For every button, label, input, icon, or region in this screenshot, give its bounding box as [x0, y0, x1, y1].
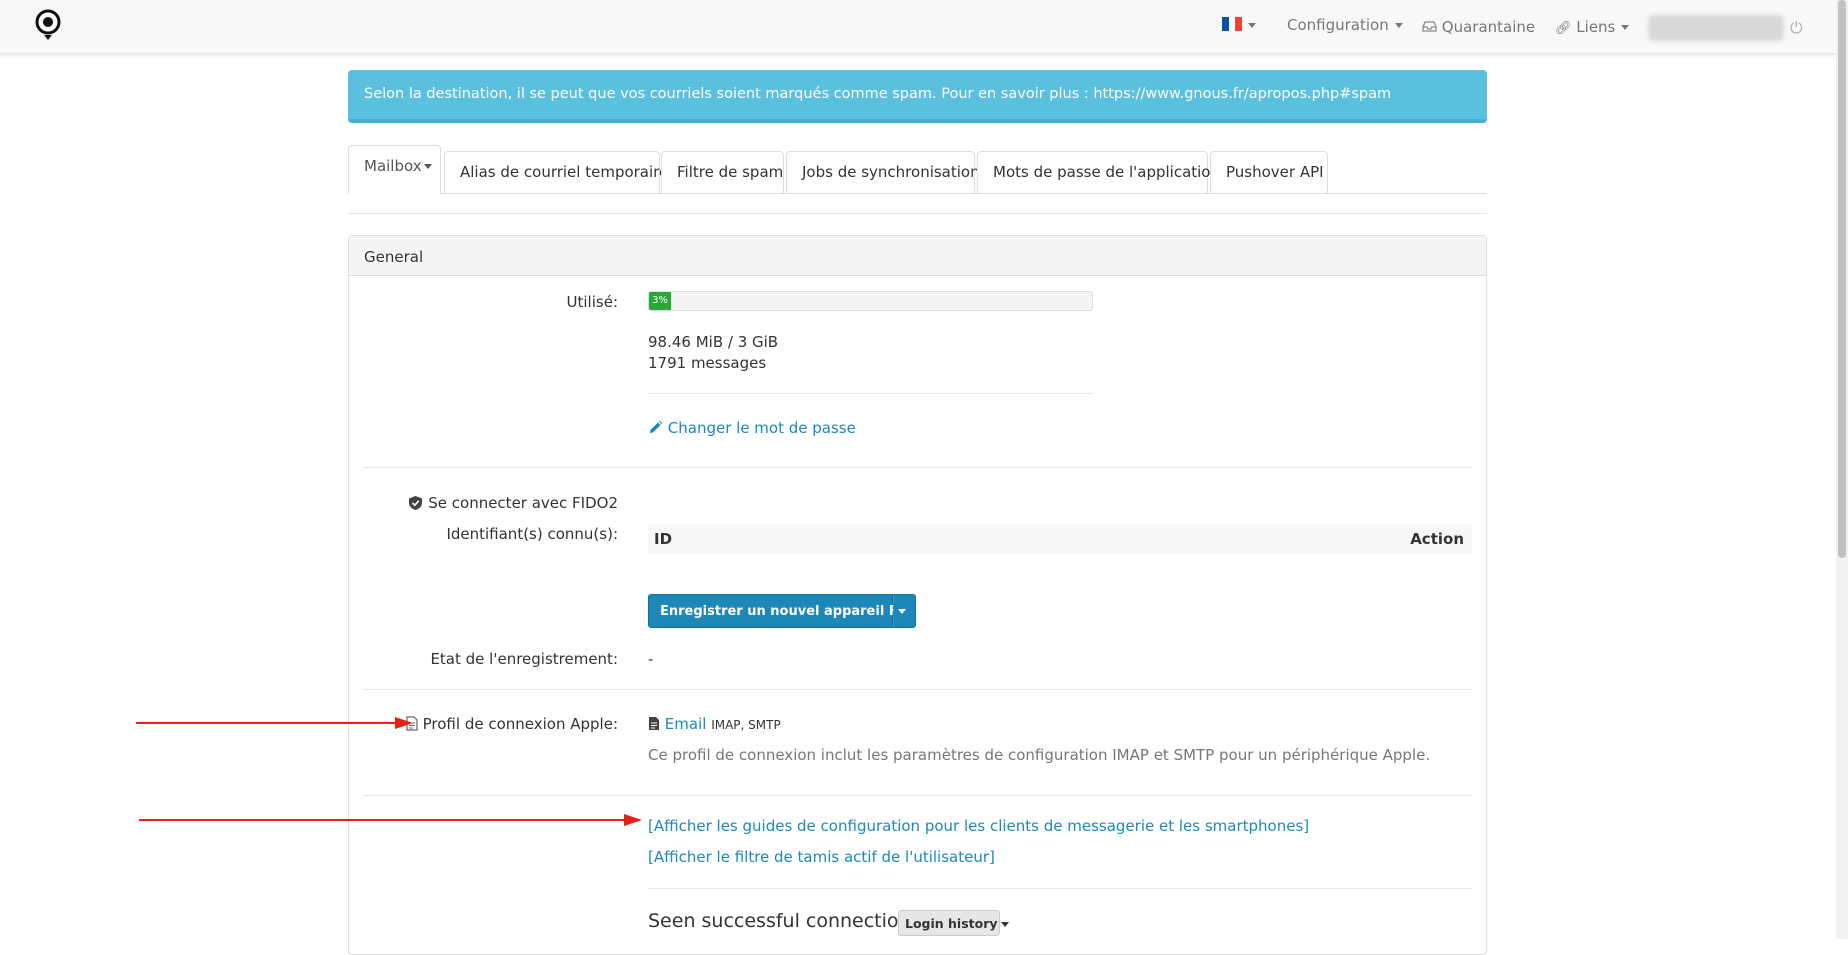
scrollbar-thumb[interactable]: [1838, 0, 1846, 558]
register-state-value: -: [648, 650, 654, 668]
general-panel: General: [348, 235, 1487, 955]
register-fido2-button[interactable]: Enregistrer un nouvel appareil FIDO2: [648, 594, 933, 628]
shield-check-icon: [409, 496, 423, 510]
divider: [348, 213, 1487, 214]
apple-profile-email-link[interactable]: Email: [665, 715, 707, 733]
chevron-down-icon: [1394, 23, 1403, 28]
apple-profile-protocols: IMAP, SMTP: [711, 718, 781, 732]
configuration-menu[interactable]: Configuration: [1287, 16, 1403, 34]
annotation-arrow-line: [139, 819, 625, 821]
connections-title: Seen successful connections: [648, 910, 921, 932]
quota-progress-bar: 3%: [649, 292, 671, 310]
quarantine-label: Quarantaine: [1441, 18, 1536, 36]
register-fido2-dropdown-toggle[interactable]: [893, 594, 916, 628]
tab-mailbox[interactable]: Mailbox: [348, 145, 441, 194]
login-history-button[interactable]: Login history: [898, 910, 1009, 936]
logout-power-icon[interactable]: ⏻: [1790, 18, 1803, 38]
quarantine-link[interactable]: Quarantaine: [1422, 18, 1535, 36]
apple-profile-download[interactable]: Email IMAP, SMTP: [648, 715, 781, 733]
links-menu[interactable]: 🔗︎ Liens: [1555, 18, 1630, 36]
change-password-link[interactable]: Changer le mot de passe: [648, 419, 856, 437]
storage-usage: 98.46 MiB / 3 GiB: [648, 333, 779, 351]
annotation-arrow-line: [136, 722, 396, 724]
account-tabs: Mailbox Alias de courriel temporaire Fil…: [348, 145, 1487, 194]
divider: [363, 795, 1472, 796]
tab-pushover-api[interactable]: Pushover API: [1210, 151, 1328, 193]
fido2-title-text: Se connecter avec FIDO2: [428, 494, 618, 512]
apple-profile-label-text: Profil de connexion Apple:: [422, 715, 618, 733]
tab-spam-filter[interactable]: Filtre de spam: [661, 151, 784, 193]
tab-mailbox-label: Mailbox: [364, 157, 422, 175]
change-password-label: Changer le mot de passe: [667, 419, 856, 437]
message-count: 1791 messages: [648, 354, 767, 372]
top-navbar: Configuration Quarantaine 🔗︎ Liens ⏻: [0, 0, 1836, 54]
chevron-down-icon: [1248, 23, 1256, 28]
quota-progress: 3%: [648, 291, 1093, 311]
divider: [363, 467, 1472, 468]
column-header-id: ID: [654, 530, 673, 548]
chevron-down-icon: [1000, 922, 1009, 927]
register-state-label: Etat de l'enregistrement:: [430, 650, 618, 668]
inbox-icon: [1422, 21, 1437, 32]
language-dropdown[interactable]: [1222, 16, 1256, 34]
configuration-label: Configuration: [1287, 16, 1389, 34]
logo-icon[interactable]: [34, 9, 62, 41]
apple-profile-description: Ce profil de connexion inclut les paramè…: [648, 746, 1431, 764]
pencil-icon: [650, 420, 663, 433]
link-icon: 🔗︎: [1555, 21, 1572, 36]
annotation-arrowhead: [624, 814, 642, 826]
annotation-arrowhead: [395, 717, 413, 729]
column-header-action: Action: [1410, 530, 1464, 548]
panel-heading: General: [349, 236, 1486, 276]
chevron-down-icon: [1621, 25, 1630, 30]
known-ids-label: Identifiant(s) connu(s):: [446, 525, 618, 543]
used-label: Utilisé:: [566, 293, 618, 311]
tab-sync-jobs[interactable]: Jobs de synchronisation: [786, 151, 980, 193]
tab-temporary-alias[interactable]: Alias de courriel temporaire: [444, 151, 668, 193]
divider: [363, 689, 1472, 690]
chevron-down-icon: [898, 609, 906, 614]
page-scrollbar[interactable]: [1836, 0, 1848, 939]
french-flag-icon: [1222, 17, 1242, 31]
fido2-table-header: ID Action: [648, 524, 1472, 554]
sieve-filter-link[interactable]: [Afficher le filtre de tamis actif de l'…: [648, 848, 995, 866]
user-account-blurred[interactable]: [1648, 15, 1784, 41]
divider: [648, 888, 1472, 889]
config-guides-link[interactable]: [Afficher les guides de configuration po…: [648, 817, 1309, 835]
spam-info-alert: Selon la destination, il se peut que vos…: [348, 70, 1487, 123]
chevron-down-icon: [423, 164, 432, 169]
links-label: Liens: [1576, 18, 1616, 36]
divider: [648, 393, 1093, 394]
tab-app-passwords[interactable]: Mots de passe de l'application: [977, 151, 1220, 193]
login-history-label: Login history: [905, 916, 998, 931]
fido2-title: Se connecter avec FIDO2: [408, 494, 618, 512]
apple-profile-label: Profil de connexion Apple:: [406, 715, 618, 733]
file-icon: [649, 717, 659, 730]
